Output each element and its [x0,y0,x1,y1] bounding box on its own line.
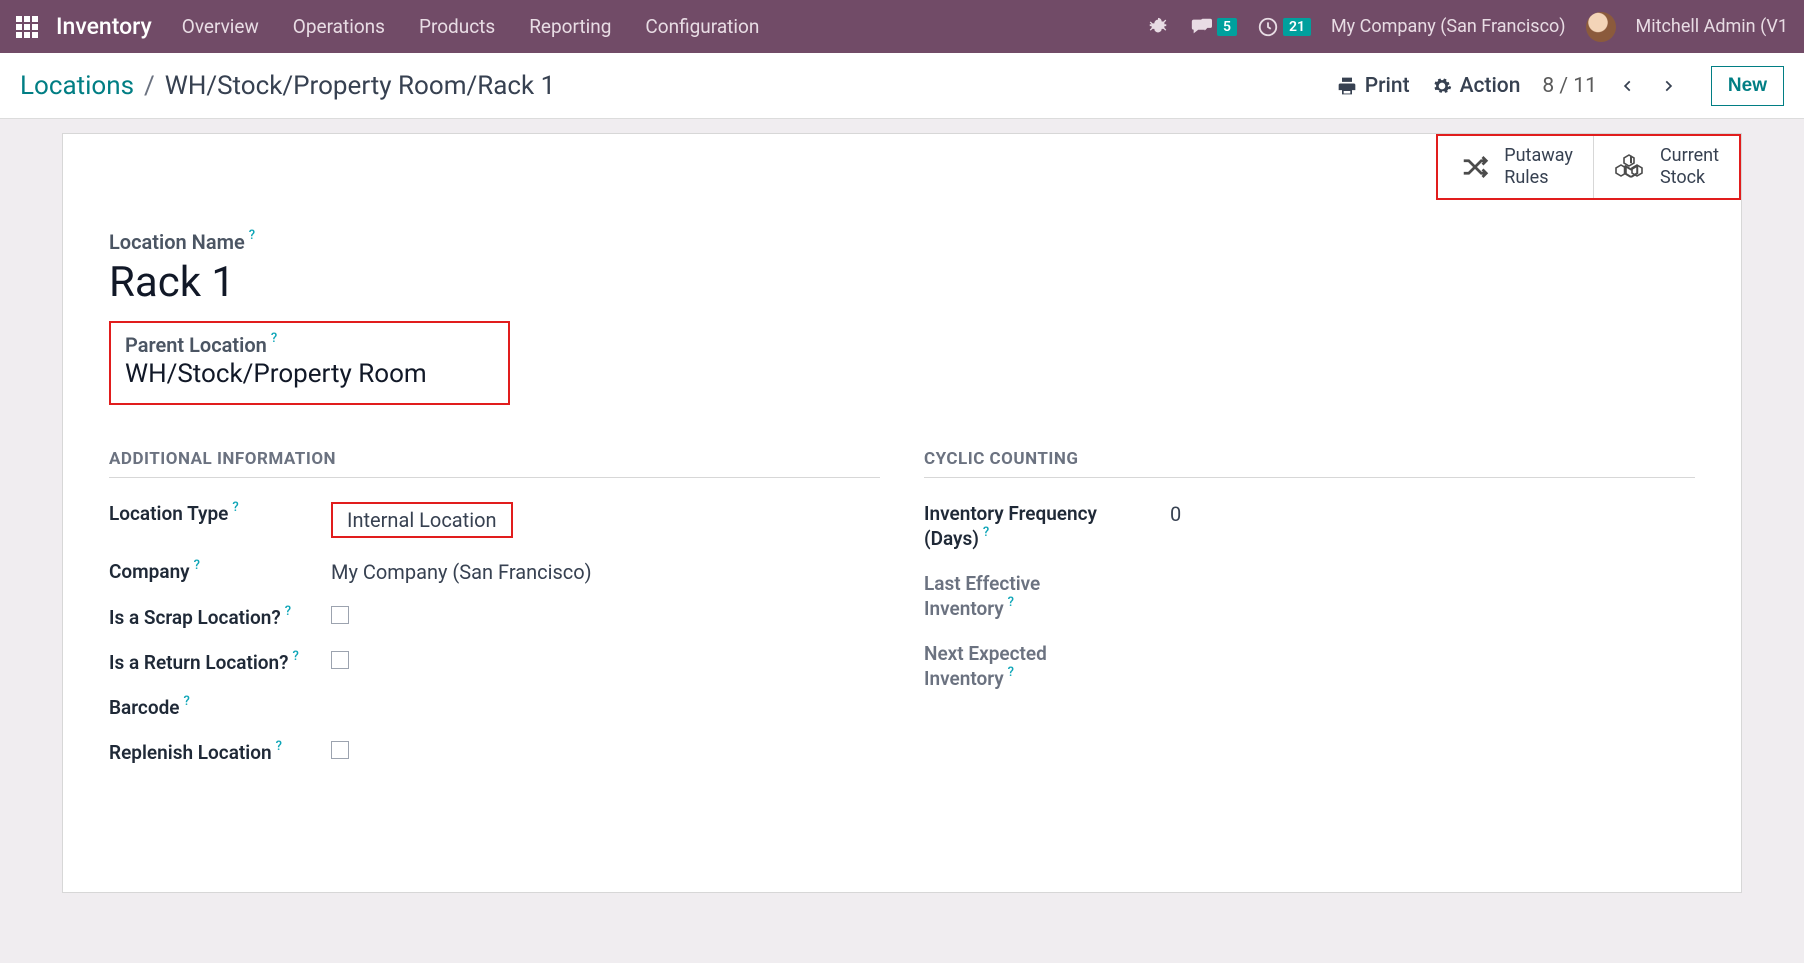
row-replenish: Replenish Location? [109,741,880,764]
row-barcode: Barcode? [109,696,880,719]
top-navbar: Inventory Overview Operations Products R… [0,0,1804,53]
breadcrumb-sep: / [144,71,155,101]
location-name-value[interactable]: Rack 1 [109,258,1695,307]
putaway-rules-button[interactable]: Putaway Rules [1438,136,1593,198]
row-next-inv: Next Expected Inventory? [924,642,1695,690]
parent-location-label: Parent Location ? [125,333,494,357]
cyclic-counting-section: Cyclic Counting Inventory Frequency (Day… [924,449,1695,786]
menu-reporting[interactable]: Reporting [529,15,611,38]
menu-overview[interactable]: Overview [182,15,259,38]
row-location-type: Location Type? Internal Location [109,502,880,538]
row-return: Is a Return Location?? [109,651,880,674]
putaway-l2: Rules [1504,167,1573,190]
messages-count-badge: 5 [1217,18,1237,36]
messages-button[interactable]: 5 [1189,16,1237,38]
main-menu: Overview Operations Products Reporting C… [182,15,760,38]
topbar-right: 5 21 My Company (San Francisco) Mitchell… [1147,12,1788,42]
additional-info-section: Additional Information Location Type? In… [109,449,880,786]
stat-button-box: Putaway Rules Current Stock [1436,134,1741,200]
form-inner: Location Name ? Rack 1 Parent Location ?… [63,134,1741,806]
print-icon [1337,76,1357,96]
apps-icon[interactable] [16,16,38,38]
new-button[interactable]: New [1711,66,1784,106]
breadcrumb: Locations / WH/Stock/Property Room/Rack … [20,71,555,101]
company-switcher[interactable]: My Company (San Francisco) [1331,16,1566,37]
print-button[interactable]: Print [1337,74,1410,98]
row-scrap: Is a Scrap Location?? [109,606,880,629]
shuffle-icon [1458,152,1492,182]
replenish-checkbox[interactable] [331,741,349,759]
company-value[interactable]: My Company (San Francisco) [331,560,592,584]
help-icon[interactable]: ? [293,649,299,672]
help-icon[interactable]: ? [276,739,282,762]
help-icon[interactable]: ? [1008,665,1014,688]
location-type-value[interactable]: Internal Location [331,502,513,538]
putaway-l1: Putaway [1504,145,1573,168]
boxes-icon [1614,152,1648,182]
chevron-right-icon [1661,75,1675,97]
help-icon[interactable]: ? [285,604,291,627]
control-panel: Locations / WH/Stock/Property Room/Rack … [0,53,1804,119]
action-button[interactable]: Action [1432,74,1521,98]
control-panel-right: Print Action 8 / 11 New [1337,66,1784,106]
section-title-additional: Additional Information [109,449,880,478]
help-icon[interactable]: ? [249,228,255,243]
row-company: Company? My Company (San Francisco) [109,560,880,584]
debug-icon[interactable] [1147,16,1169,38]
help-icon[interactable]: ? [184,694,190,717]
app-title[interactable]: Inventory [56,13,152,40]
form-sheet: Putaway Rules Current Stock Location Nam… [62,133,1742,893]
menu-products[interactable]: Products [419,15,495,38]
activities-count-badge: 21 [1283,18,1311,36]
pager[interactable]: 8 / 11 [1542,74,1597,98]
help-icon[interactable]: ? [271,331,277,346]
breadcrumb-current: WH/Stock/Property Room/Rack 1 [165,71,555,101]
help-icon[interactable]: ? [194,558,200,581]
row-last-inv: Last Effective Inventory? [924,572,1695,620]
form-columns: Additional Information Location Type? In… [109,449,1695,786]
action-label: Action [1460,74,1521,98]
page-wrap: Putaway Rules Current Stock Location Nam… [0,119,1804,893]
section-title-cyclic: Cyclic Counting [924,449,1695,478]
stock-l1: Current [1660,145,1719,168]
activities-button[interactable]: 21 [1257,16,1311,38]
avatar[interactable] [1586,12,1616,42]
return-checkbox[interactable] [331,651,349,669]
print-label: Print [1365,74,1410,98]
inv-freq-value[interactable]: 0 [1170,502,1181,526]
menu-configuration[interactable]: Configuration [645,15,759,38]
pager-next[interactable] [1659,75,1677,97]
parent-location-highlight: Parent Location ? WH/Stock/Property Room [109,321,510,405]
pager-prev[interactable] [1619,75,1637,97]
location-name-label: Location Name ? [109,230,1695,254]
row-inv-freq: Inventory Frequency (Days)? 0 [924,502,1695,550]
scrap-checkbox[interactable] [331,606,349,624]
help-icon[interactable]: ? [232,500,238,523]
chevron-left-icon [1621,75,1635,97]
menu-operations[interactable]: Operations [293,15,385,38]
help-icon[interactable]: ? [1008,595,1014,618]
breadcrumb-root[interactable]: Locations [20,71,134,101]
gear-icon [1432,76,1452,96]
parent-location-value[interactable]: WH/Stock/Property Room [125,359,494,389]
user-menu[interactable]: Mitchell Admin (V1 [1636,16,1788,37]
current-stock-button[interactable]: Current Stock [1593,136,1739,198]
help-icon[interactable]: ? [983,525,989,548]
stock-l2: Stock [1660,167,1719,190]
